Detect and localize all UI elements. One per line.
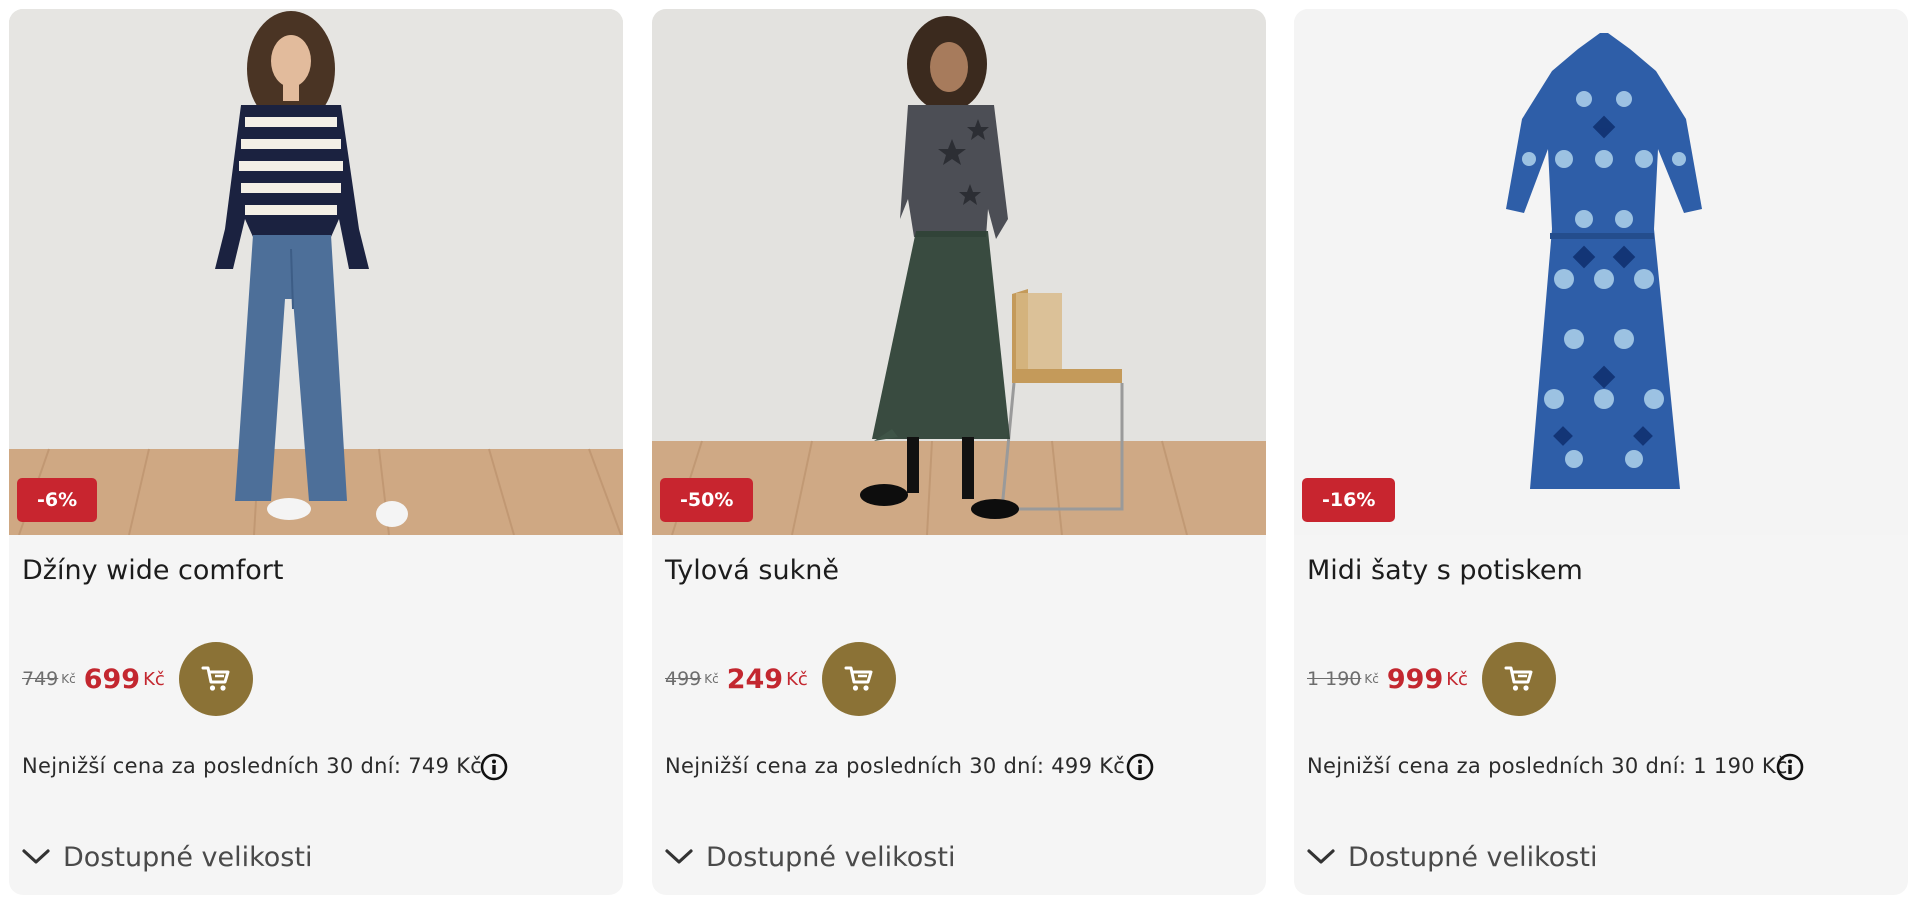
available-sizes-label: Dostupné velikosti	[63, 841, 313, 873]
add-to-cart-button[interactable]	[1481, 642, 1556, 716]
sale-price-currency: Kč	[786, 668, 808, 690]
sale-price: 699	[83, 663, 141, 695]
cart-icon	[844, 666, 873, 691]
available-sizes-label: Dostupné velikosti	[706, 841, 956, 873]
price-row: 749 Kč 699 Kč	[22, 642, 253, 716]
sale-price-currency: Kč	[1446, 668, 1468, 690]
chevron-down-icon	[22, 849, 50, 864]
available-sizes-toggle[interactable]: Dostupné velikosti	[664, 837, 955, 877]
original-price: 749	[22, 668, 59, 690]
product-image[interactable]: -50%	[652, 9, 1266, 535]
available-sizes-toggle[interactable]: Dostupné velikosti	[21, 837, 312, 877]
original-price-currency: Kč	[704, 672, 719, 686]
sale-price: 999	[1386, 663, 1444, 695]
product-card[interactable]: -50% Tylová sukně 499 Kč 249 Kč Nejnižší…	[652, 9, 1266, 895]
original-price: 1 190	[1307, 668, 1362, 690]
price-row: 1 190 Kč 999 Kč	[1307, 642, 1556, 716]
sale-price: 249	[726, 663, 784, 695]
info-icon[interactable]	[1776, 753, 1804, 781]
chevron-down-icon	[665, 849, 693, 864]
lowest-price-note: Nejnižší cena za posledních 30 dní: 499 …	[665, 754, 1126, 778]
price-row: 499 Kč 249 Kč	[665, 642, 896, 716]
cart-icon	[201, 666, 230, 691]
info-icon[interactable]	[1126, 753, 1154, 781]
available-sizes-label: Dostupné velikosti	[1348, 841, 1598, 873]
original-price-currency: Kč	[1364, 672, 1379, 686]
sale-price-currency: Kč	[143, 668, 165, 690]
original-price: 499	[665, 668, 702, 690]
add-to-cart-button[interactable]	[821, 642, 896, 716]
discount-badge: -16%	[1302, 478, 1396, 522]
discount-badge: -6%	[17, 478, 98, 522]
add-to-cart-button[interactable]	[178, 642, 253, 716]
product-title[interactable]: Midi šaty s potiskem	[1307, 555, 1583, 586]
lowest-price-note: Nejnižší cena za posledních 30 dní: 1 19…	[1307, 754, 1788, 778]
chevron-down-icon	[1307, 849, 1335, 864]
product-image[interactable]: -16%	[1294, 9, 1908, 535]
product-card[interactable]: -6% Džíny wide comfort 749 Kč 699 Kč Nej…	[9, 9, 623, 895]
product-grid: -6% Džíny wide comfort 749 Kč 699 Kč Nej…	[0, 0, 1920, 904]
product-title[interactable]: Džíny wide comfort	[22, 555, 283, 586]
original-price-currency: Kč	[61, 672, 76, 686]
cart-icon	[1504, 666, 1533, 691]
product-title[interactable]: Tylová sukně	[665, 555, 839, 586]
lowest-price-note: Nejnižší cena za posledních 30 dní: 749 …	[22, 754, 483, 778]
info-icon[interactable]	[480, 753, 508, 781]
discount-badge: -50%	[660, 478, 754, 522]
available-sizes-toggle[interactable]: Dostupné velikosti	[1306, 837, 1597, 877]
product-image[interactable]: -6%	[9, 9, 623, 535]
product-card[interactable]: -16% Midi šaty s potiskem 1 190 Kč 999 K…	[1294, 9, 1908, 895]
